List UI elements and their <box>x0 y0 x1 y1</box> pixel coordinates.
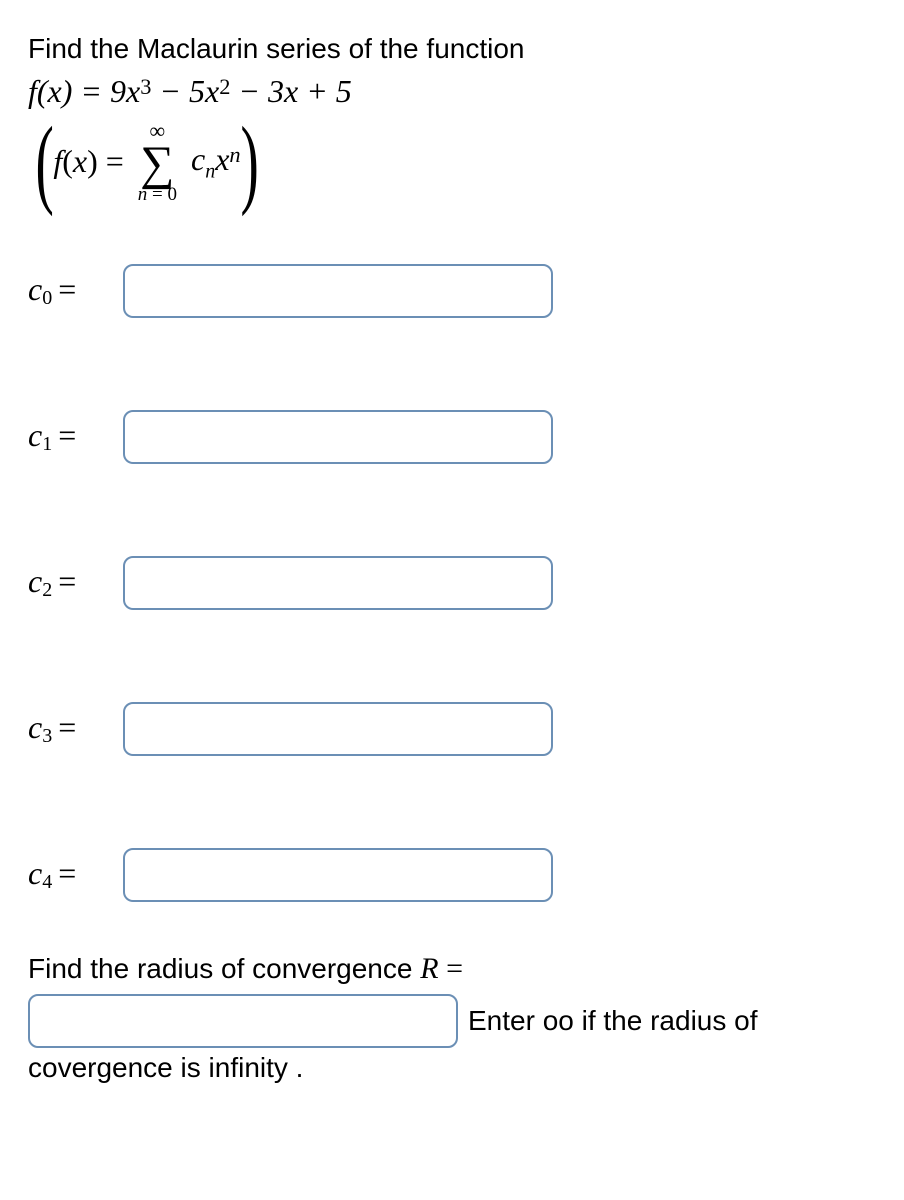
radius-input[interactable] <box>28 994 458 1048</box>
roc-input-line: Enter oo if the radius of <box>28 994 876 1048</box>
right-paren-icon: ) <box>240 132 258 192</box>
sigma-icon: ∞ ∑ n = 0 <box>138 120 177 204</box>
c0-input[interactable] <box>123 264 553 318</box>
c3-input[interactable] <box>123 702 553 756</box>
coefficient-row: c4= <box>28 848 876 902</box>
c4-input[interactable] <box>123 848 553 902</box>
c1-input[interactable] <box>123 410 553 464</box>
coefficient-label-c3: c3= <box>28 709 123 748</box>
coefficient-label-c1: c1= <box>28 417 123 456</box>
roc-prompt: Find the radius of convergence R = <box>28 952 876 986</box>
roc-hint-part1: Enter oo if the radius of <box>468 1005 758 1037</box>
series-definition: ( f(x) = ∞ ∑ n = 0 cnxn ) <box>28 120 876 204</box>
coefficient-row: c0= <box>28 264 876 318</box>
c2-input[interactable] <box>123 556 553 610</box>
coefficient-label-c4: c4= <box>28 855 123 894</box>
coefficient-row: c1= <box>28 410 876 464</box>
function-expression: f(x) = 9x3 − 5x2 − 3x + 5 <box>28 73 876 110</box>
prompt-text: Find the Maclaurin series of the functio… <box>28 30 876 68</box>
coefficient-label-c0: c0= <box>28 271 123 310</box>
coefficient-label-c2: c2= <box>28 563 123 602</box>
roc-hint-part2: covergence is infinity . <box>28 1052 876 1084</box>
coefficient-row: c2= <box>28 556 876 610</box>
left-paren-icon: ( <box>35 132 53 192</box>
coefficient-row: c3= <box>28 702 876 756</box>
